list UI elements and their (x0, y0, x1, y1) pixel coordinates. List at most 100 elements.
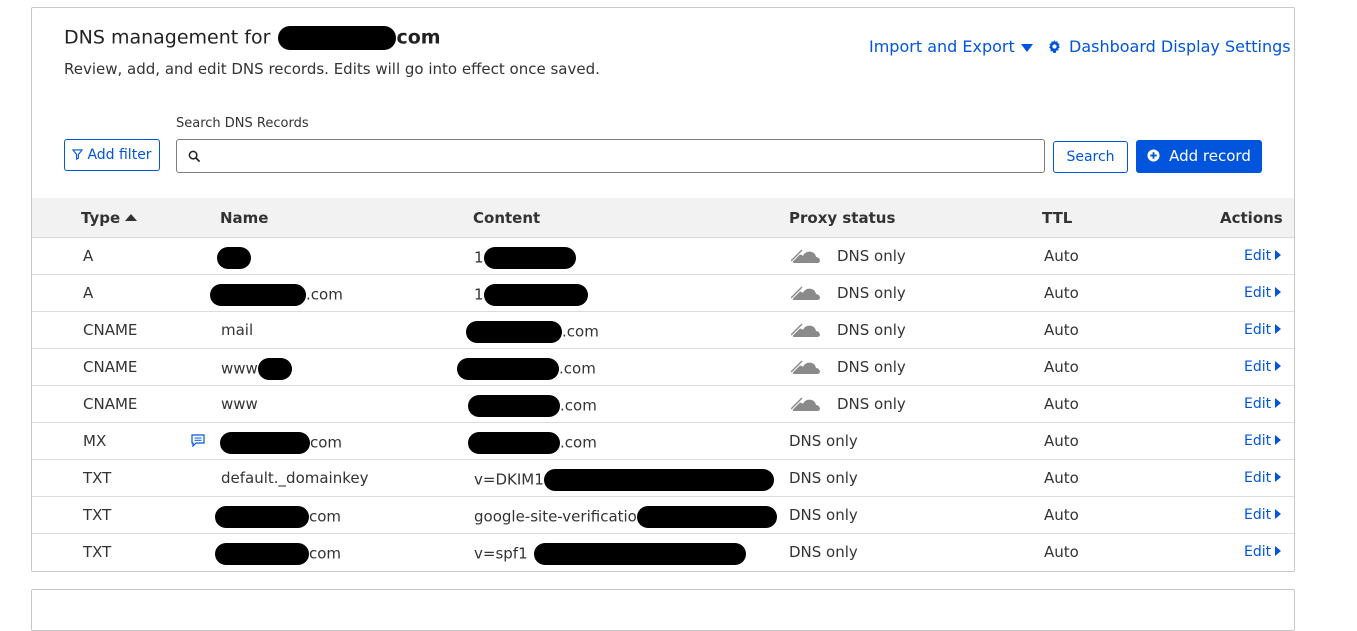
add-filter-button[interactable]: Add filter (64, 139, 160, 171)
table-header: Type Name Content Proxy status TTL Actio… (32, 198, 1294, 238)
note-icon[interactable] (191, 434, 205, 447)
record-type: A (83, 284, 94, 302)
redacted-content (483, 284, 588, 306)
plus-circle-icon (1147, 149, 1160, 162)
proxy-status: DNS only (789, 506, 858, 524)
record-ttl: Auto (1044, 321, 1079, 339)
edit-record-link[interactable]: Edit (1244, 322, 1282, 338)
search-button[interactable]: Search (1053, 141, 1128, 173)
proxy-status: DNS only (837, 358, 906, 376)
edit-record-link[interactable]: Edit (1244, 248, 1282, 264)
record-name: default._domainkey (221, 469, 369, 487)
table-row: CNAME www .com DNS only Auto Edit (32, 386, 1294, 423)
record-content: google-site-verificatio (474, 506, 777, 528)
redacted-name (257, 358, 292, 380)
sort-ascending-icon (125, 214, 138, 221)
redacted-name (220, 432, 310, 454)
record-ttl: Auto (1044, 247, 1079, 265)
redacted-content (636, 506, 777, 528)
edit-record-link[interactable]: Edit (1244, 359, 1282, 375)
search-label: Search DNS Records (176, 116, 309, 131)
caret-right-icon (1275, 361, 1282, 371)
record-ttl: Auto (1044, 284, 1079, 302)
proxy-status: DNS only (789, 432, 858, 450)
table-row: A 1 DNS only Auto Edit (32, 238, 1294, 275)
edit-label: Edit (1244, 396, 1272, 412)
caret-down-icon (1020, 43, 1033, 52)
edit-record-link[interactable]: Edit (1244, 285, 1282, 301)
search-icon (188, 150, 201, 163)
caret-right-icon (1275, 509, 1282, 519)
import-export-menu[interactable]: Import and Export (869, 37, 1033, 56)
add-filter-label: Add filter (87, 147, 152, 163)
record-name: www (221, 395, 258, 413)
column-proxy-status[interactable]: Proxy status (789, 209, 895, 227)
record-type: CNAME (83, 395, 138, 413)
caret-right-icon (1275, 472, 1282, 482)
dashboard-display-settings-label: Dashboard Display Settings (1069, 37, 1291, 56)
redacted-domain (278, 26, 397, 50)
proxy-status: DNS only (837, 395, 906, 413)
record-content: .com (457, 358, 596, 380)
edit-label: Edit (1244, 507, 1272, 523)
record-ttl: Auto (1044, 358, 1079, 376)
table-row: CNAME mail .com DNS only Auto Edit (32, 312, 1294, 349)
cloud-icon (791, 360, 820, 374)
cloud-icon (791, 286, 820, 300)
page-subtitle: Review, add, and edit DNS records. Edits… (64, 60, 600, 78)
caret-right-icon (1275, 287, 1282, 297)
record-name: mail (221, 321, 254, 339)
edit-record-link[interactable]: Edit (1244, 433, 1282, 449)
record-ttl: Auto (1044, 543, 1079, 561)
column-content[interactable]: Content (473, 209, 540, 227)
edit-label: Edit (1244, 359, 1272, 375)
edit-label: Edit (1244, 544, 1272, 560)
record-content: v=DKIM1 (474, 469, 774, 491)
proxy-status: DNS only (789, 543, 858, 561)
column-ttl[interactable]: TTL (1042, 209, 1072, 227)
redacted-content (468, 395, 560, 417)
page-title: DNS management for com (64, 26, 441, 50)
record-ttl: Auto (1044, 395, 1079, 413)
record-content: v=spf1 (474, 543, 746, 565)
record-type: CNAME (83, 321, 138, 339)
dns-management-card: DNS management for com Review, add, and … (31, 7, 1295, 572)
cloud-icon (791, 323, 820, 337)
column-type[interactable]: Type (81, 209, 138, 227)
record-name: .com (210, 284, 343, 306)
edit-record-link[interactable]: Edit (1244, 507, 1282, 523)
dashboard-display-settings-link[interactable]: Dashboard Display Settings (1048, 37, 1291, 56)
redacted-name (210, 284, 306, 306)
table-row: A .com 1 DNS only Auto Edit (32, 275, 1294, 312)
proxy-status: DNS only (837, 247, 906, 265)
caret-right-icon (1275, 250, 1282, 260)
redacted-name (217, 247, 251, 269)
redacted-content (457, 358, 559, 380)
record-type: A (83, 247, 94, 265)
edit-record-link[interactable]: Edit (1244, 470, 1282, 486)
filter-icon (72, 149, 84, 160)
next-card (31, 589, 1295, 631)
column-name[interactable]: Name (220, 209, 268, 227)
record-type: TXT (83, 506, 112, 524)
edit-record-link[interactable]: Edit (1244, 396, 1282, 412)
edit-label: Edit (1244, 285, 1272, 301)
caret-right-icon (1275, 398, 1282, 408)
import-export-label: Import and Export (869, 37, 1015, 56)
table-row: MX com .com DNS only Auto Edit (32, 423, 1294, 460)
record-ttl: Auto (1044, 432, 1079, 450)
record-content: .com (468, 395, 597, 417)
proxy-status: DNS only (837, 284, 906, 302)
add-record-button[interactable]: Add record (1136, 140, 1262, 173)
edit-record-link[interactable]: Edit (1244, 544, 1282, 560)
search-box[interactable] (176, 139, 1045, 174)
record-type: CNAME (83, 358, 138, 376)
record-ttl: Auto (1044, 506, 1079, 524)
record-ttl: Auto (1044, 469, 1079, 487)
table-row: TXT default._domainkey v=DKIM1 DNS only … (32, 460, 1294, 497)
search-input[interactable] (207, 140, 1031, 174)
table-row: TXT com google-site-verificatio DNS only… (32, 497, 1294, 534)
redacted-name (215, 506, 309, 528)
add-record-label: Add record (1169, 147, 1251, 165)
caret-right-icon (1275, 324, 1282, 334)
